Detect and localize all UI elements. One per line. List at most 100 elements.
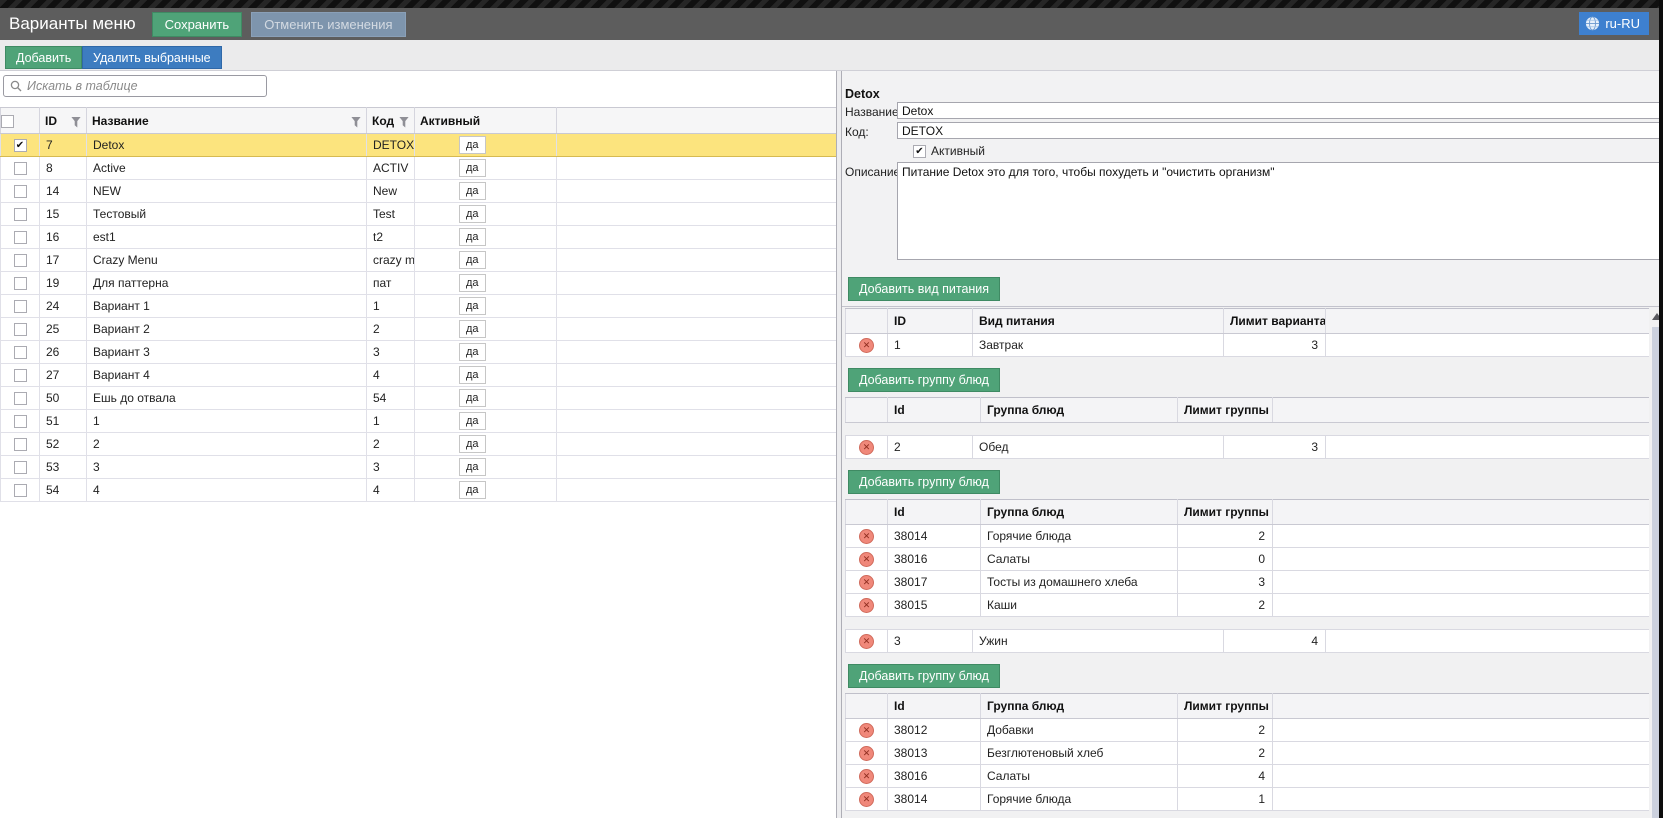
nested-column-header[interactable]: Группа блюд — [981, 398, 1178, 423]
active-value-badge[interactable]: да — [459, 274, 486, 292]
nested-column-header[interactable]: Лимит варианта — [1224, 309, 1326, 334]
dish-group-row[interactable]: ✕38017Тосты из домашнего хлеба3 — [846, 571, 1649, 594]
delete-dish-group-button[interactable]: ✕ — [859, 746, 874, 761]
nested-column-header[interactable]: Id — [888, 500, 981, 525]
delete-meal-type-button[interactable]: ✕ — [859, 634, 874, 649]
add-dish-group-button[interactable]: Добавить группу блюд — [848, 470, 1000, 494]
menu-row[interactable]: 16est1t2да — [1, 226, 837, 249]
dish-group-row[interactable]: ✕38012Добавки2 — [846, 719, 1649, 742]
menu-row[interactable]: 5444да — [1, 479, 837, 502]
column-header-code[interactable]: Код — [367, 108, 415, 134]
menu-row[interactable]: 24Вариант 11да — [1, 295, 837, 318]
menu-row[interactable]: 5333да — [1, 456, 837, 479]
active-value-badge[interactable]: да — [459, 159, 486, 177]
save-button[interactable]: Сохранить — [152, 12, 243, 37]
active-value-badge[interactable]: да — [459, 182, 486, 200]
active-value-badge[interactable]: да — [459, 458, 486, 476]
menu-row[interactable]: ✔7DetoxDETOXда — [1, 134, 837, 157]
dish-group-row[interactable]: ✕38014Горячие блюда2 — [846, 525, 1649, 548]
row-checkbox[interactable] — [14, 392, 27, 405]
active-value-badge[interactable]: да — [459, 320, 486, 338]
row-checkbox[interactable] — [14, 162, 27, 175]
filter-icon[interactable] — [399, 117, 409, 128]
column-header-active[interactable]: Активный — [415, 108, 557, 134]
add-meal-type-button[interactable]: Добавить вид питания — [848, 277, 1000, 301]
delete-meal-type-button[interactable]: ✕ — [859, 338, 874, 353]
active-value-badge[interactable]: да — [459, 389, 486, 407]
row-checkbox[interactable] — [14, 415, 27, 428]
row-checkbox[interactable] — [14, 346, 27, 359]
delete-meal-type-button[interactable]: ✕ — [859, 440, 874, 455]
active-value-badge[interactable]: да — [459, 435, 486, 453]
delete-dish-group-button[interactable]: ✕ — [859, 598, 874, 613]
active-value-badge[interactable]: да — [459, 297, 486, 315]
column-header-id[interactable]: ID — [40, 108, 87, 134]
menu-row[interactable]: 17Crazy Menucrazy mда — [1, 249, 837, 272]
row-checkbox[interactable] — [14, 231, 27, 244]
nested-column-header[interactable]: Id — [888, 398, 981, 423]
delete-dish-group-button[interactable]: ✕ — [859, 792, 874, 807]
delete-dish-group-button[interactable]: ✕ — [859, 529, 874, 544]
add-dish-group-button[interactable]: Добавить группу блюд — [848, 664, 1000, 688]
active-value-badge[interactable]: да — [459, 136, 486, 154]
row-checkbox[interactable] — [14, 369, 27, 382]
row-checkbox[interactable] — [14, 254, 27, 267]
dish-group-row[interactable]: ✕38016Салаты0 — [846, 548, 1649, 571]
active-value-badge[interactable]: да — [459, 343, 486, 361]
delete-dish-group-button[interactable]: ✕ — [859, 552, 874, 567]
active-value-badge[interactable]: да — [459, 366, 486, 384]
meal-type-row[interactable]: ✕2Обед3 — [846, 436, 1649, 459]
nested-column-header[interactable]: Вид питания — [973, 309, 1224, 334]
menu-row[interactable]: 27Вариант 44да — [1, 364, 837, 387]
meal-type-row[interactable]: ✕3Ужин4 — [846, 630, 1649, 653]
row-checkbox[interactable]: ✔ — [14, 139, 27, 152]
delete-dish-group-button[interactable]: ✕ — [859, 769, 874, 784]
dish-group-row[interactable]: ✕38013Безглютеновый хлеб2 — [846, 742, 1649, 765]
row-checkbox[interactable] — [14, 277, 27, 290]
active-value-badge[interactable]: да — [459, 412, 486, 430]
menu-row[interactable]: 25Вариант 22да — [1, 318, 837, 341]
filter-icon[interactable] — [71, 117, 81, 128]
description-field[interactable]: Питание Detox это для того, чтобы похуде… — [897, 162, 1663, 260]
dish-group-row[interactable]: ✕38016Салаты4 — [846, 765, 1649, 788]
dish-group-row[interactable]: ✕38014Горячие блюда1 — [846, 788, 1649, 811]
menu-row[interactable]: 26Вариант 33да — [1, 341, 837, 364]
menu-row[interactable]: 19Для паттернапатда — [1, 272, 837, 295]
delete-selected-button[interactable]: Удалить выбранные — [82, 46, 222, 69]
row-checkbox[interactable] — [14, 208, 27, 221]
nested-column-header[interactable]: Лимит группы — [1178, 500, 1273, 525]
row-checkbox[interactable] — [14, 438, 27, 451]
active-value-badge[interactable]: да — [459, 481, 486, 499]
row-checkbox[interactable] — [14, 300, 27, 313]
menu-row[interactable]: 8ActiveACTIVда — [1, 157, 837, 180]
row-checkbox[interactable] — [14, 323, 27, 336]
nested-column-header[interactable]: ID — [888, 309, 973, 334]
locale-selector[interactable]: ru-RU — [1579, 12, 1649, 35]
cancel-changes-button[interactable]: Отменить изменения — [251, 12, 405, 37]
row-checkbox[interactable] — [14, 484, 27, 497]
active-value-badge[interactable]: да — [459, 228, 486, 246]
add-button[interactable]: Добавить — [5, 46, 82, 69]
menu-row[interactable]: 5111да — [1, 410, 837, 433]
search-input[interactable] — [27, 79, 260, 93]
menu-row[interactable]: 5222да — [1, 433, 837, 456]
meal-type-row[interactable]: ✕1Завтрак3 — [846, 334, 1649, 357]
nested-column-header[interactable]: Id — [888, 694, 981, 719]
menu-row[interactable]: 15ТестовыйTestда — [1, 203, 837, 226]
row-checkbox[interactable] — [14, 461, 27, 474]
name-field[interactable] — [897, 102, 1663, 119]
nested-column-header[interactable]: Лимит группы — [1178, 694, 1273, 719]
nested-column-header[interactable]: Группа блюд — [981, 500, 1178, 525]
menu-row[interactable]: 50Ешь до отвала54да — [1, 387, 837, 410]
code-field[interactable] — [897, 122, 1663, 139]
dish-group-row[interactable]: ✕38015Каши2 — [846, 594, 1649, 617]
nested-column-header[interactable]: Лимит группы — [1178, 398, 1273, 423]
active-value-badge[interactable]: да — [459, 205, 486, 223]
filter-icon[interactable] — [351, 117, 361, 128]
delete-dish-group-button[interactable]: ✕ — [859, 723, 874, 738]
delete-dish-group-button[interactable]: ✕ — [859, 575, 874, 590]
column-header-name[interactable]: Название — [87, 108, 367, 134]
add-dish-group-button[interactable]: Добавить группу блюд — [848, 368, 1000, 392]
row-checkbox[interactable] — [14, 185, 27, 198]
menu-row[interactable]: 14NEWNewда — [1, 180, 837, 203]
